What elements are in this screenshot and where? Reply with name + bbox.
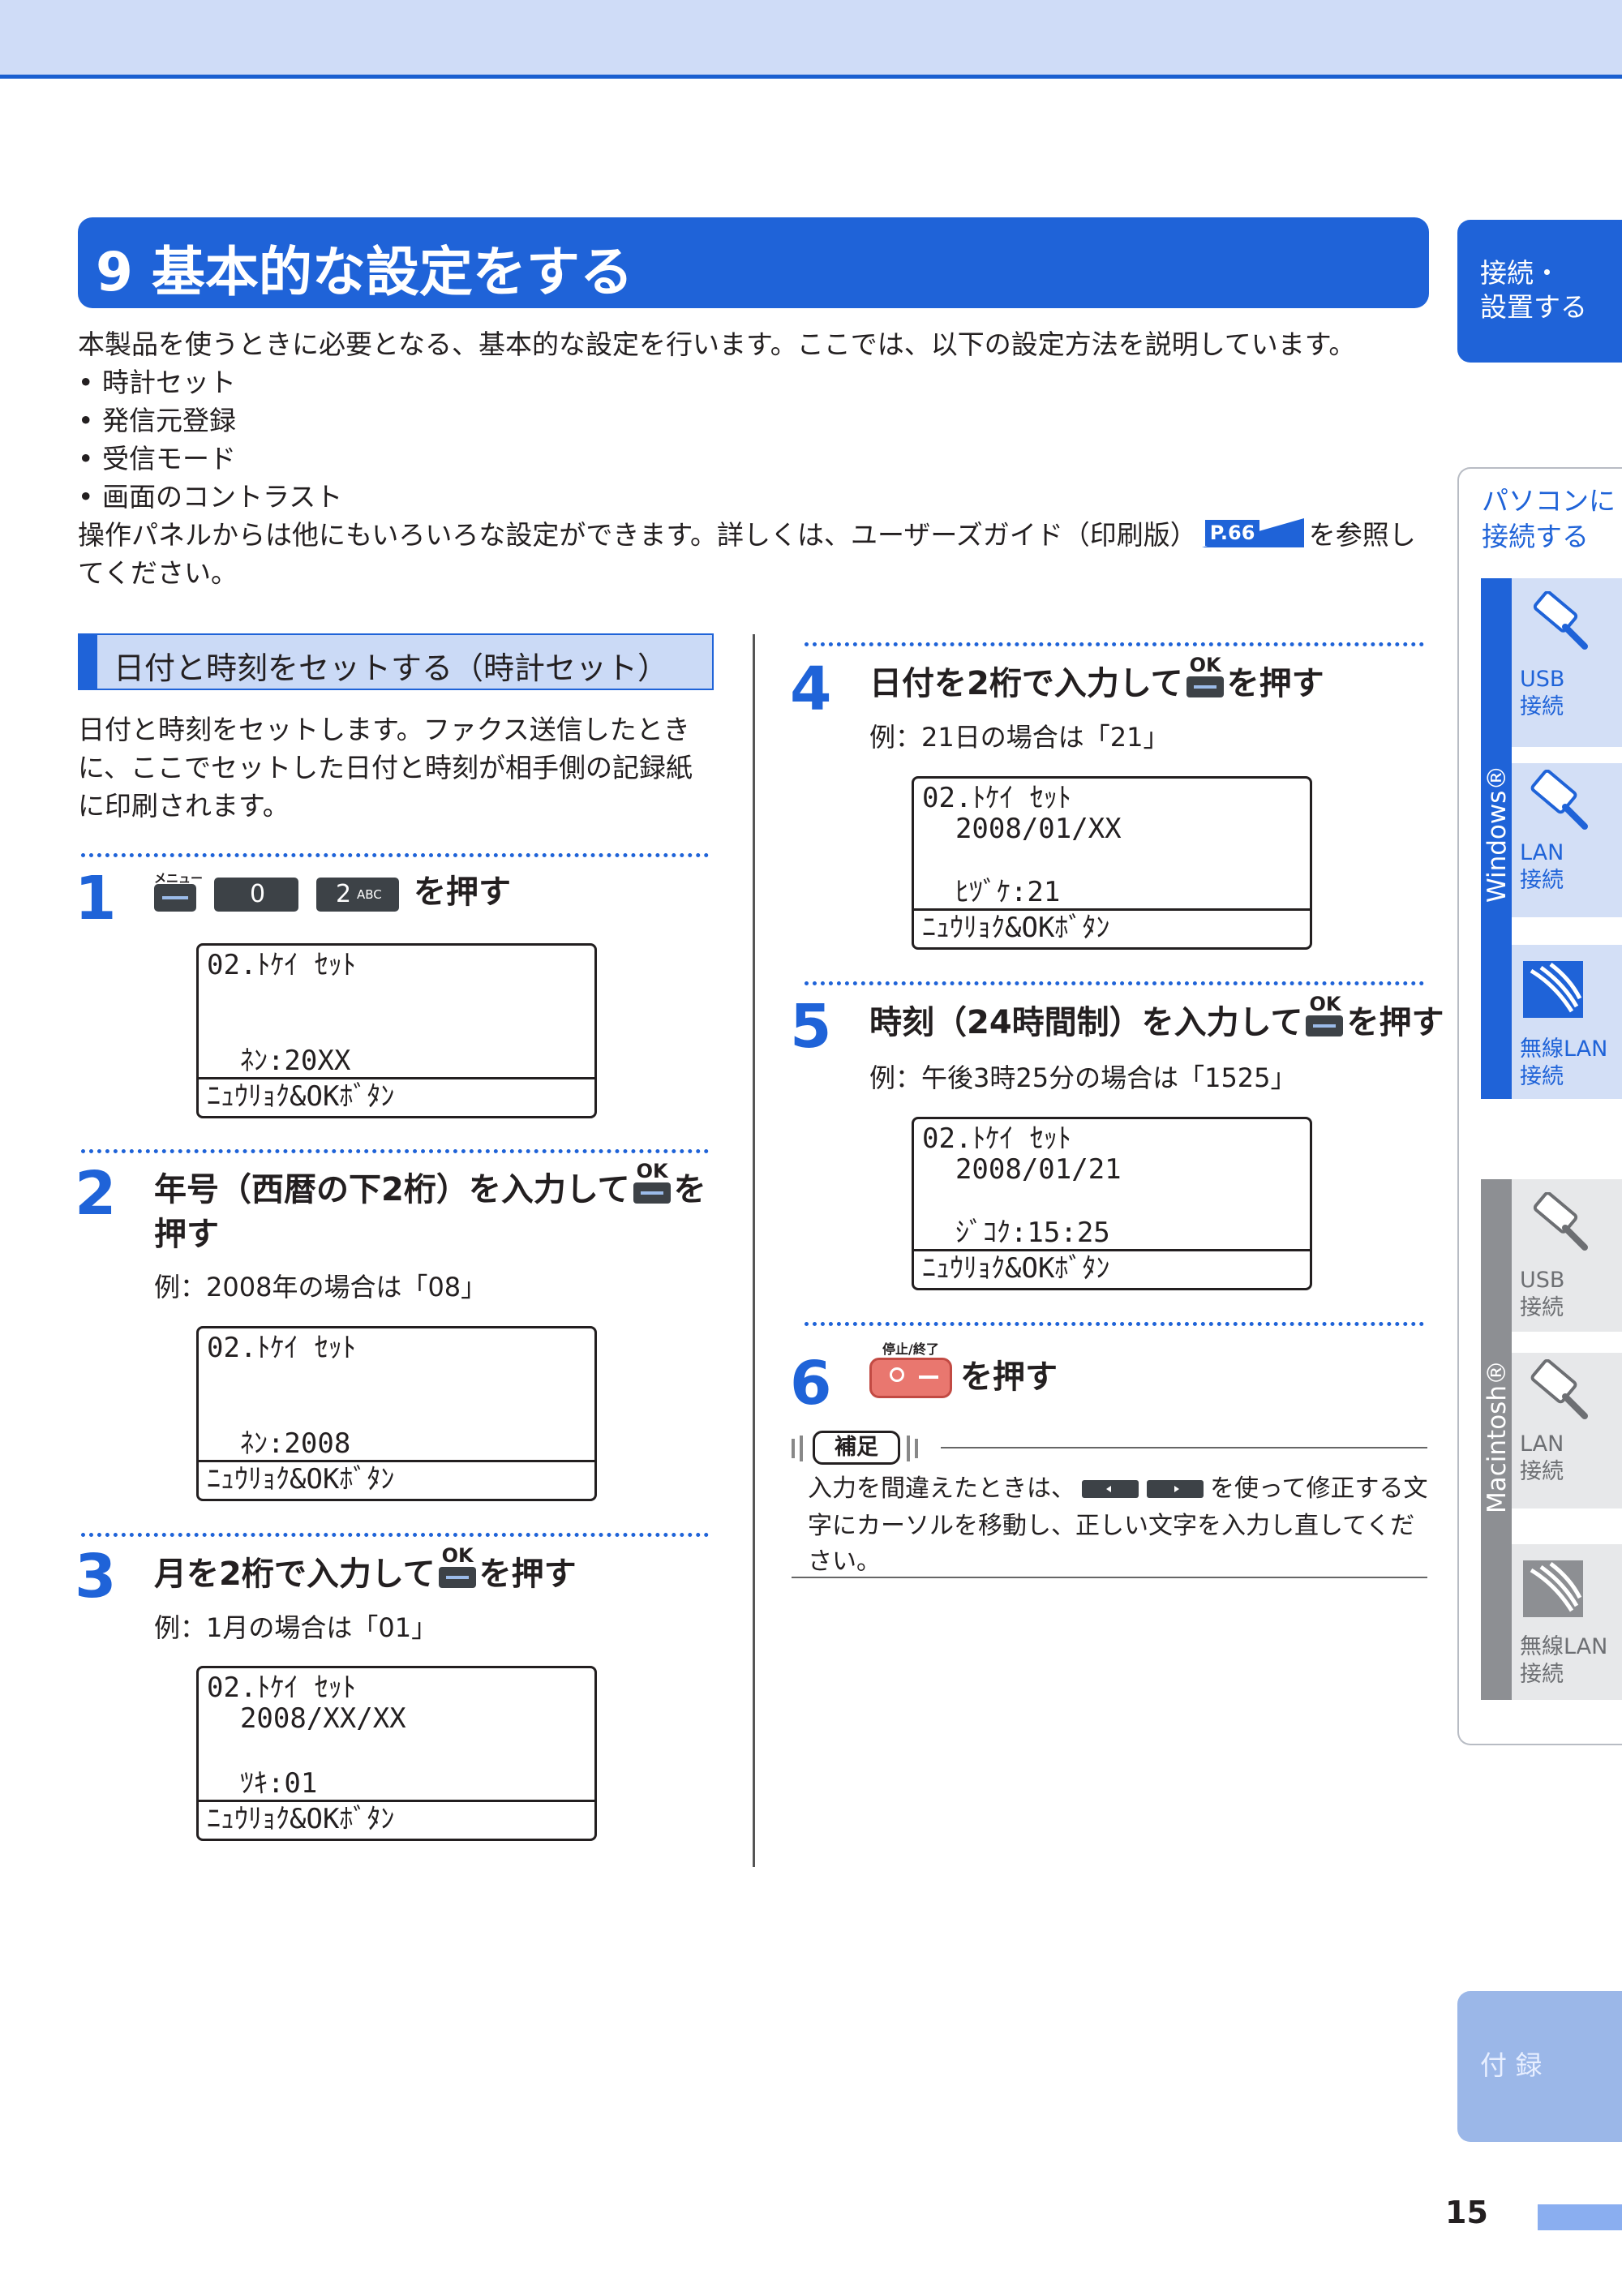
right-arrow-key	[1147, 1480, 1204, 1498]
ok-key-icon: OK	[632, 1161, 672, 1207]
step-3-example: 例：1月の場合は「01」	[154, 1612, 438, 1643]
usb-cable-icon	[1533, 1192, 1588, 1251]
step-number-5: 5	[790, 992, 832, 1062]
ok-key-icon: OK	[1304, 994, 1345, 1040]
column-divider	[753, 634, 755, 1867]
windows-wlan-item[interactable]: 無線LAN 接続	[1512, 945, 1622, 1099]
step-divider	[805, 642, 1424, 646]
page-reference-link[interactable]: P.66	[1201, 518, 1304, 547]
key-2-button[interactable]: 2 ABC	[316, 878, 399, 912]
windows-usb-item[interactable]: USB 接続	[1512, 578, 1622, 747]
lcd-display-5: 02.ﾄｹｲ ｾｯﾄ 2008/01/21 ｼﾞｺｸ:15:25 ﾆｭｳﾘｮｸ&…	[912, 1117, 1312, 1290]
windows-lan-item[interactable]: LAN 接続	[1512, 763, 1622, 917]
step-number-2: 2	[75, 1159, 117, 1229]
mac-lan-item[interactable]: LAN 接続	[1512, 1353, 1622, 1508]
stop-key-label: 停止/終了	[882, 1341, 939, 1357]
chapter-title: 9 基本的な設定をする	[96, 241, 633, 303]
step-number-1: 1	[75, 864, 117, 933]
lcd-display-3: 02.ﾄｹｲ ｾｯﾄ 2008/XX/XX ﾂｷ:01 ﾆｭｳﾘｮｸ&OKﾎﾞﾀ…	[196, 1666, 597, 1841]
left-arrow-key	[1082, 1480, 1139, 1498]
lcd-display-4: 02.ﾄｹｲ ｾｯﾄ 2008/01/XX ﾋﾂﾞｹ:21 ﾆｭｳﾘｮｸ&OKﾎ…	[912, 776, 1312, 950]
intro-line: 本製品を使うときに必要となる、基本的な設定を行います。ここでは、以下の設定方法を…	[78, 328, 1356, 360]
note-badge: 補足	[792, 1431, 923, 1465]
step-4-text: 日付を2桁で入力して OK を押す	[869, 654, 1324, 702]
step-number-6: 6	[790, 1349, 832, 1418]
wireless-icon	[1523, 961, 1583, 1018]
lcd-display-2: 02.ﾄｹｲ ｾｯﾄ ﾈﾝ:2008 ﾆｭｳﾘｮｸ&OKﾎﾞﾀﾝ	[196, 1326, 597, 1501]
chapter-title-bar: 9 基本的な設定をする	[78, 217, 1429, 308]
section-heading: 日付と時刻をセットする（時計セット）	[78, 633, 714, 690]
step-5-example: 例：午後3時25分の場合は「1525」	[869, 1062, 1297, 1093]
step-6-text: を押す	[960, 1358, 1058, 1396]
step-5-text: 時刻（24時間制）を入力して OK を押す	[869, 993, 1444, 1041]
lcd-display-1: 02.ﾄｹｲ ｾｯﾄ ﾈﾝ:20XX ﾆｭｳﾘｮｸ&OKﾎﾞﾀﾝ	[196, 943, 597, 1118]
note-top-rule	[941, 1447, 1427, 1448]
bullet-contrast: • 画面のコントラスト	[78, 481, 343, 513]
step-number-4: 4	[790, 654, 832, 724]
step-4-example: 例：21日の場合は「21」	[869, 722, 1169, 753]
page-number: 15	[1445, 2195, 1488, 2230]
section-desc-1: 日付と時刻をセットします。ファクス送信したとき	[78, 714, 690, 745]
bullet-clock: • 時計セット	[78, 367, 236, 398]
step-divider	[805, 1322, 1424, 1326]
note-bottom-rule	[792, 1577, 1427, 1578]
section-desc-3: に印刷されます。	[78, 790, 290, 822]
tab-connect-setup[interactable]: 接続・ 設置する	[1457, 220, 1622, 363]
mac-wlan-item[interactable]: 無線LAN 接続	[1512, 1544, 1622, 1700]
stop-icon	[890, 1367, 904, 1382]
step-1-text: を押す	[414, 873, 511, 911]
menu-button[interactable]	[154, 884, 196, 912]
usb-cable-icon	[1533, 591, 1588, 650]
lan-cable-icon	[1530, 770, 1588, 830]
step-number-3: 3	[75, 1542, 117, 1611]
key-0-button[interactable]: 0	[214, 878, 298, 912]
step-2-text-cont: 押す	[154, 1216, 219, 1253]
windows-column: Windows®	[1481, 578, 1512, 1099]
step-divider	[81, 1533, 709, 1537]
page-marker	[1538, 2204, 1622, 2230]
intro-reference-line: 操作パネルからは他にもいろいろな設定ができます。詳しくは、ユーザーズガイド（印刷…	[78, 518, 1416, 551]
step-2-example: 例：2008年の場合は「08」	[154, 1272, 487, 1302]
note-text-3: さい。	[808, 1547, 881, 1576]
ok-key-icon: OK	[437, 1546, 478, 1591]
stop-exit-button[interactable]	[869, 1358, 952, 1398]
note-text-1: 入力を間違えたときは、 を使って修正する文	[808, 1474, 1428, 1503]
step-divider	[81, 1149, 709, 1153]
mac-usb-item[interactable]: USB 接続	[1512, 1179, 1622, 1332]
wireless-icon	[1523, 1560, 1583, 1617]
top-band	[0, 0, 1622, 79]
lan-cable-icon	[1530, 1359, 1588, 1419]
bullet-sender: • 発信元登録	[78, 405, 236, 436]
bullet-receive-mode: • 受信モード	[78, 443, 236, 474]
section-desc-2: に、ここでセットした日付と時刻が相手側の記録紙	[78, 752, 693, 783]
tab-appendix[interactable]: 付 録	[1457, 1991, 1622, 2142]
step-2-text: 年号（西暦の下2桁）を入力して OK を	[154, 1160, 706, 1208]
step-divider	[81, 853, 709, 857]
mac-column: Macintosh®	[1481, 1179, 1512, 1700]
step-divider	[805, 981, 1424, 985]
ok-key-icon: OK	[1185, 655, 1225, 701]
note-text-2: 字にカーソルを移動し、正しい文字を入力し直してくだ	[808, 1512, 1415, 1540]
step-3-text: 月を2桁で入力して OK を押す	[154, 1544, 577, 1593]
intro-reference-line-end: てください。	[78, 557, 238, 589]
